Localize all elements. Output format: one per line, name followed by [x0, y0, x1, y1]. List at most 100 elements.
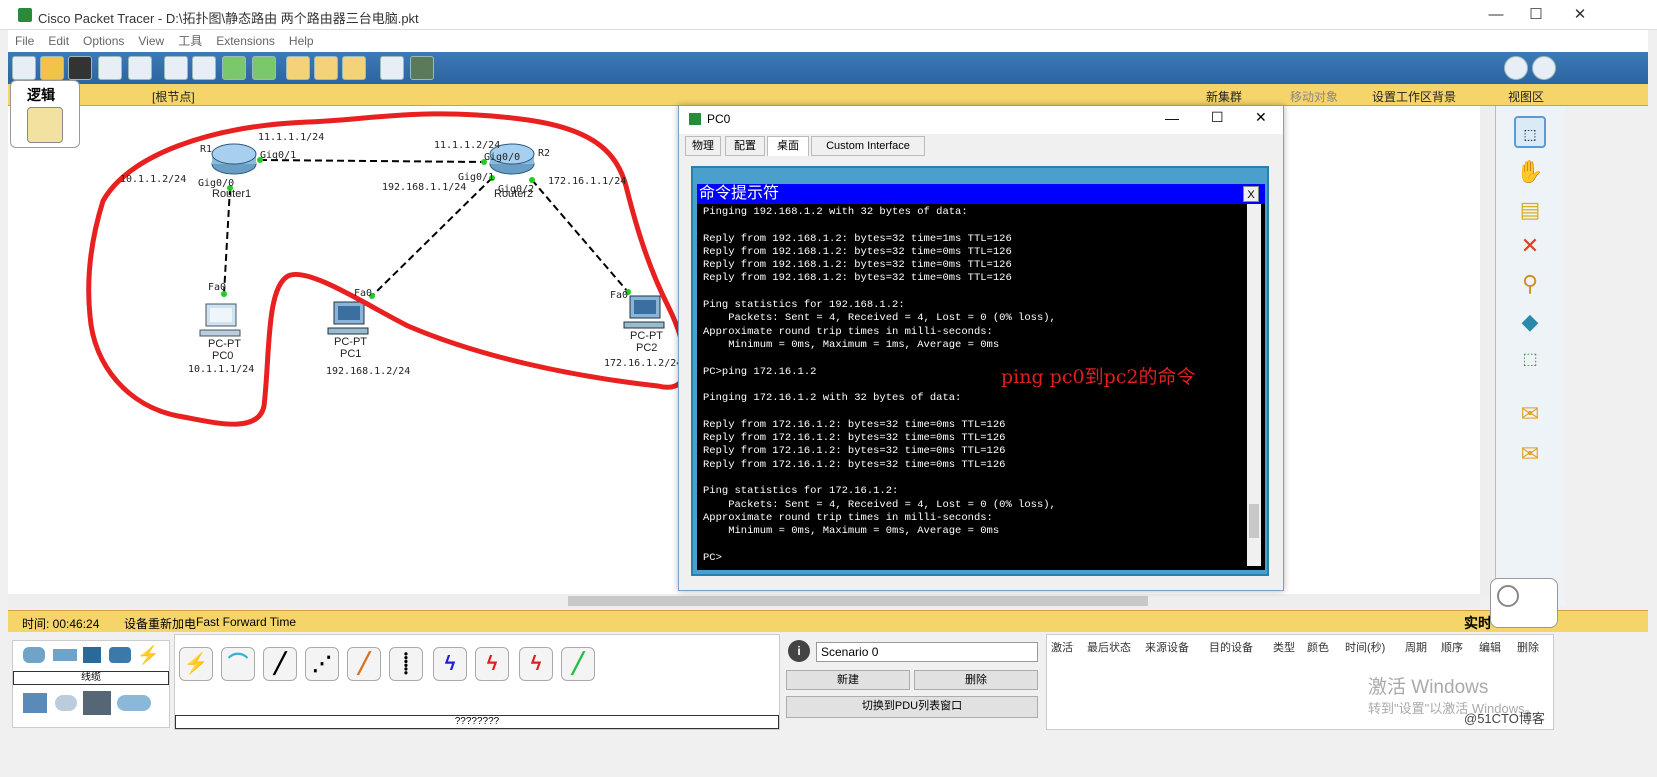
logical-label: 逻辑: [27, 87, 55, 103]
new-cluster-button[interactable]: 新集群: [1206, 88, 1242, 105]
menu-help[interactable]: Help: [282, 30, 321, 52]
new-scenario-button[interactable]: 新建: [786, 670, 910, 690]
menu-options[interactable]: Options: [76, 30, 131, 52]
connections-icon[interactable]: ⚡: [137, 645, 159, 665]
paste-icon[interactable]: [192, 56, 216, 80]
wireless-icon[interactable]: [109, 647, 131, 663]
pc1-name: PC1: [340, 348, 362, 360]
delete-scenario-button[interactable]: 删除: [914, 670, 1038, 690]
viewport-button[interactable]: 视图区: [1508, 88, 1544, 105]
realtime-tab[interactable]: [1490, 578, 1558, 628]
copy-icon[interactable]: [164, 56, 188, 80]
draw-shape-icon[interactable]: ◆: [1514, 306, 1546, 338]
command-prompt[interactable]: 命令提示符 X Pinging 192.168.1.2 with 32 byte…: [697, 184, 1265, 570]
tab-physical[interactable]: 物理: [685, 136, 721, 156]
pc2-port: Fa0: [610, 290, 629, 301]
minimize-button[interactable]: —: [1476, 4, 1516, 26]
menu-extensions[interactable]: Extensions: [209, 30, 282, 52]
phone-cable-icon[interactable]: ⸽: [389, 647, 423, 681]
custom-devices-icon[interactable]: [83, 691, 111, 715]
r1-ip-top: 11.1.1.1/24: [258, 132, 325, 143]
activity-wizard-icon[interactable]: [128, 56, 152, 80]
redo-icon[interactable]: [252, 56, 276, 80]
r2-ip-right: 172.16.1.1/24: [548, 176, 627, 187]
tab-desktop[interactable]: 桌面: [767, 136, 809, 156]
cmd-line: Packets: Sent = 4, Received = 4, Lost = …: [703, 312, 1056, 325]
close-button[interactable]: ✕: [1560, 4, 1600, 26]
scenario-select[interactable]: Scenario 0: [816, 642, 1038, 662]
vertical-scrollbar[interactable]: [1480, 106, 1495, 596]
menu-tools[interactable]: 工具: [171, 30, 209, 52]
set-background-button[interactable]: 设置工作区背景: [1372, 88, 1456, 105]
custom-device-icon[interactable]: [410, 56, 434, 80]
palette-icon[interactable]: [380, 56, 404, 80]
logical-tab[interactable]: 逻辑: [10, 80, 80, 148]
multiuser-icon[interactable]: [117, 695, 151, 711]
add-complex-pdu-icon[interactable]: ✉: [1514, 438, 1546, 470]
switches-icon[interactable]: [53, 649, 77, 661]
menu-file[interactable]: File: [8, 30, 41, 52]
toggle-pdu-list-button[interactable]: 切换到PDU列表窗口: [786, 696, 1038, 718]
serial-dce-icon[interactable]: ϟ: [475, 647, 509, 681]
fast-forward-button[interactable]: Fast Forward Time: [196, 615, 296, 629]
serial-dte-icon[interactable]: ϟ: [519, 647, 553, 681]
zoom-reset-icon[interactable]: [314, 56, 338, 80]
toolbar: [8, 52, 1648, 84]
hand-icon[interactable]: ✋: [1514, 156, 1546, 188]
auto-connect-icon[interactable]: ⚡: [179, 647, 213, 681]
root-node-label[interactable]: [根节点]: [152, 88, 195, 105]
pc0-title: PC0: [707, 112, 731, 126]
menu-edit[interactable]: Edit: [41, 30, 76, 52]
inspect-icon[interactable]: ⚲: [1514, 268, 1546, 300]
clock-icon: [1497, 585, 1519, 607]
move-object-button[interactable]: 移动对象: [1290, 88, 1338, 105]
horizontal-scrollbar[interactable]: [8, 594, 1480, 608]
straight-cable-icon[interactable]: ╱: [263, 647, 297, 681]
routers-icon[interactable]: [23, 647, 45, 663]
cmd-line: [703, 538, 1243, 551]
print-icon[interactable]: [98, 56, 122, 80]
delete-icon[interactable]: ✕: [1514, 230, 1546, 262]
cmd-scrollbar[interactable]: [1247, 204, 1261, 566]
save-icon[interactable]: [68, 56, 92, 80]
zoom-out-icon[interactable]: [342, 56, 366, 80]
pc2-ip: 172.16.1.2/24: [604, 358, 683, 369]
tab-config[interactable]: 配置: [725, 136, 765, 156]
note-icon[interactable]: ▤: [1514, 194, 1546, 226]
wan-emulation-icon[interactable]: [55, 695, 77, 711]
cmd-line: Approximate round trip times in milli-se…: [703, 511, 993, 524]
cmd-line: Reply from 192.168.1.2: bytes=32 time=1m…: [703, 232, 1012, 245]
resize-icon[interactable]: ⬚: [1514, 344, 1546, 376]
cmd-close-button[interactable]: X: [1243, 186, 1259, 202]
new-file-icon[interactable]: [12, 56, 36, 80]
annotation-text: ping pc0到pc2的命令: [1001, 366, 1196, 388]
zoom-in-icon[interactable]: [286, 56, 310, 80]
info-icon[interactable]: [1504, 56, 1528, 80]
coaxial-cable-icon[interactable]: ϟ: [433, 647, 467, 681]
select-icon[interactable]: ⬚: [1514, 116, 1546, 148]
fiber-cable-icon[interactable]: ╱: [347, 647, 381, 681]
console-cable-icon[interactable]: ⌒: [221, 647, 255, 681]
add-simple-pdu-icon[interactable]: ✉: [1514, 398, 1546, 430]
undo-icon[interactable]: [222, 56, 246, 80]
power-cycle-button[interactable]: 设备重新加电: [124, 615, 196, 632]
router-r1-icon: [211, 143, 257, 175]
cmd-line: Reply from 192.168.1.2: bytes=32 time=0m…: [703, 245, 1012, 258]
pc0-minimize-button[interactable]: —: [1165, 110, 1179, 126]
hubs-icon[interactable]: [83, 647, 101, 663]
open-folder-icon[interactable]: [40, 56, 64, 80]
octal-cable-icon[interactable]: ╱: [561, 647, 595, 681]
crossover-cable-icon[interactable]: ⋰: [305, 647, 339, 681]
cmd-line: Reply from 172.16.1.2: bytes=32 time=0ms…: [703, 418, 1006, 431]
pdu-col-source: 来源设备: [1145, 642, 1189, 654]
pc0-maximize-button[interactable]: ☐: [1211, 109, 1224, 126]
scenario-info-icon[interactable]: i: [788, 640, 810, 662]
menu-view[interactable]: View: [131, 30, 171, 52]
pc0-port: Fa0: [208, 282, 227, 293]
workspace-bar: [根节点] 新集群 移动对象 设置工作区背景 视图区: [8, 84, 1648, 106]
maximize-button[interactable]: ☐: [1516, 4, 1556, 26]
tab-custom-interface[interactable]: Custom Interface: [811, 136, 925, 156]
pc0-close-button[interactable]: ✕: [1255, 109, 1267, 126]
help-icon[interactable]: [1532, 56, 1556, 80]
end-devices-icon[interactable]: [23, 693, 47, 713]
